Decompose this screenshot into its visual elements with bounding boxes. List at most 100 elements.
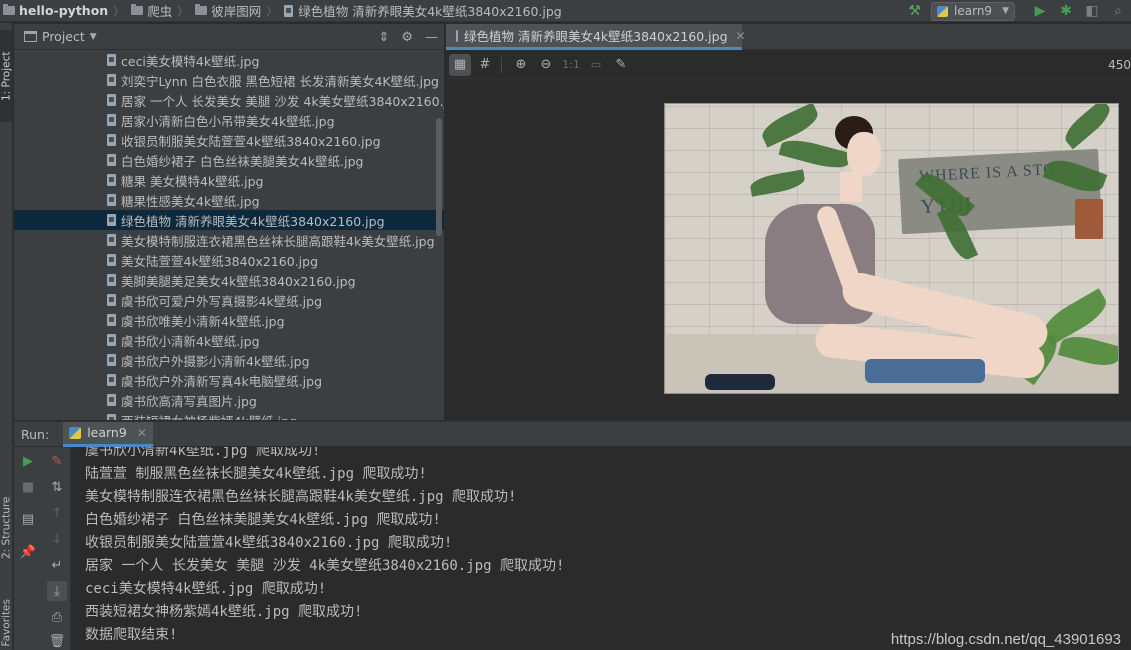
tree-file-item[interactable]: 收银员制服美女陆萱萱4k壁纸3840x2160.jpg <box>14 130 444 150</box>
image-file-icon <box>107 114 116 126</box>
tree-file-item[interactable]: 糖果 美女模特4k壁纸.jpg <box>14 170 444 190</box>
image-viewer-toolbar: ▦ # ⊕ ⊖ 1:1 ▭ ✎ 450 <box>446 51 1131 79</box>
grid-toggle-icon[interactable]: ▦ <box>449 53 471 76</box>
layout-icon[interactable]: ▤ <box>18 509 38 529</box>
tree-file-item[interactable]: 白色婚纱裙子 白色丝袜美腿美女4k壁纸.jpg <box>14 150 444 170</box>
tree-file-item[interactable]: ceci美女模特4k壁纸.jpg <box>14 50 444 70</box>
arrow-down-icon[interactable]: ↓ <box>47 529 67 549</box>
tree-file-item[interactable]: 美脚美腿美足美女4k壁纸3840x2160.jpg <box>14 270 444 290</box>
collapse-all-icon[interactable]: ⇕ <box>378 30 389 45</box>
arrow-up-icon[interactable]: ↑ <box>47 503 67 523</box>
chevron-down-icon[interactable]: ▼ <box>90 32 97 42</box>
image-viewer-canvas[interactable]: WHERE IS A STO YTHI <box>446 80 1131 420</box>
image-file-icon <box>107 54 116 66</box>
image-file-icon <box>284 4 294 17</box>
search-everywhere-icon[interactable]: ⌕ <box>1105 3 1131 19</box>
sort-icon[interactable]: ⇅ <box>47 477 67 497</box>
tree-file-label: ceci美女模特4k壁纸.jpg <box>121 53 260 69</box>
breadcrumb-file[interactable]: 绿色植物 清新养眼美女4k壁纸3840x2160.jpg <box>281 0 562 22</box>
tool-tab-structure[interactable]: 2: Structure <box>0 488 13 568</box>
zoom-out-icon[interactable]: ⊖ <box>535 54 557 76</box>
fit-zoom-icon[interactable]: ▭ <box>585 54 607 76</box>
tree-file-item[interactable]: 虞书欣可爱户外写真摄影4k壁纸.jpg <box>14 290 444 310</box>
breadcrumb-project[interactable]: hello-python <box>0 0 108 22</box>
toolbar-divider <box>501 56 502 73</box>
tree-file-item[interactable]: 虞书欣户外清新写真4k电脑壁纸.jpg <box>14 370 444 390</box>
tree-file-item[interactable]: 西装短裙女神杨紫嫣4k壁纸.jpg <box>14 410 444 420</box>
close-icon[interactable]: ✕ <box>137 426 147 440</box>
image-file-icon <box>107 74 116 86</box>
clear-edit-icon[interactable]: ✎ <box>47 451 67 471</box>
tree-file-item[interactable]: 虞书欣高清写真图片.jpg <box>14 390 444 410</box>
breadcrumb-folder-bian[interactable]: 彼岸图网 <box>192 0 261 22</box>
tree-file-item[interactable]: 虞书欣小清新4k壁纸.jpg <box>14 330 444 350</box>
rerun-play-icon[interactable]: ▶ <box>18 451 38 471</box>
run-configuration-select[interactable]: learn9 ▼ <box>931 1 1015 21</box>
photo-plant-pot <box>1075 199 1103 239</box>
pin-icon[interactable]: 📌 <box>18 542 38 562</box>
build-hammer-icon[interactable]: ⚒ <box>908 3 921 19</box>
tree-file-item[interactable]: 美女模特制服连衣裙黑色丝袜长腿高跟鞋4k美女壁纸.jpg <box>14 230 444 250</box>
stop-icon[interactable]: ■ <box>18 477 38 497</box>
console-line: ceci美女模特4k壁纸.jpg 爬取成功! <box>85 581 327 597</box>
console-line: 数据爬取结束! <box>85 627 178 643</box>
color-picker-icon[interactable]: ✎ <box>610 54 632 76</box>
tree-file-item[interactable]: 居家小清新白色小吊带美女4k壁纸.jpg <box>14 110 444 130</box>
run-button[interactable]: ▶ <box>1027 3 1053 19</box>
chessboard-icon[interactable]: # <box>474 54 496 76</box>
photo-denim-cloth <box>705 374 775 390</box>
image-file-icon <box>107 234 116 246</box>
tree-file-item[interactable]: 虞书欣户外摄影小清新4k壁纸.jpg <box>14 350 444 370</box>
tree-file-item[interactable]: 虞书欣唯美小清新4k壁纸.jpg <box>14 310 444 330</box>
breadcrumb-file-label: 绿色植物 清新养眼美女4k壁纸3840x2160.jpg <box>298 4 562 19</box>
minimize-icon[interactable]: — <box>425 30 438 45</box>
image-file-icon <box>107 374 116 386</box>
console-line: 白色婚纱裙子 白色丝袜美腿美女4k壁纸.jpg 爬取成功! <box>85 512 441 528</box>
gear-icon[interactable]: ⚙ <box>401 30 413 45</box>
breadcrumb-separator-icon: 〉 <box>113 4 125 18</box>
run-tab-learn9[interactable]: learn9 ✕ <box>63 421 153 447</box>
tree-file-label: 糖果 美女模特4k壁纸.jpg <box>121 173 264 189</box>
tree-file-label: 西装短裙女神杨紫嫣4k壁纸.jpg <box>121 411 297 421</box>
tree-file-label: 美脚美腿美足美女4k壁纸3840x2160.jpg <box>121 273 356 289</box>
tree-file-item[interactable]: 绿色植物 清新养眼美女4k壁纸3840x2160.jpg <box>14 210 444 230</box>
breadcrumb-folder-spider[interactable]: 爬虫 <box>128 0 172 22</box>
tool-tab-favorites[interactable]: 2: Favorites <box>0 595 13 650</box>
debug-bug-icon[interactable]: ✱ <box>1053 3 1079 19</box>
console-line: 居家 一个人 长发美女 美腿 沙发 4k美女壁纸3840x2160.jpg 爬取… <box>85 558 565 574</box>
trash-icon[interactable]: 🗑 <box>47 631 67 650</box>
project-view-selector[interactable]: Project <box>42 29 85 44</box>
image-file-icon <box>107 254 116 266</box>
image-info-readout: 450 <box>1108 58 1131 72</box>
console-line: 收银员制服美女陆萱萱4k壁纸3840x2160.jpg 爬取成功! <box>85 535 453 551</box>
tree-file-label: 居家 一个人 长发美女 美腿 沙发 4k美女壁纸3840x2160.jpg <box>121 93 444 109</box>
tree-file-item[interactable]: 美女陆萱萱4k壁纸3840x2160.jpg <box>14 250 444 270</box>
actual-size-button[interactable]: 1:1 <box>560 54 582 76</box>
tree-file-label: 虞书欣户外摄影小清新4k壁纸.jpg <box>121 353 310 369</box>
image-file-icon <box>107 394 116 406</box>
project-window-icon <box>24 31 37 42</box>
editor-tab-bar: 绿色植物 清新养眼美女4k壁纸3840x2160.jpg ✕ <box>446 24 1131 50</box>
tree-file-label: 糖果性感美女4k壁纸.jpg <box>121 193 260 209</box>
print-icon[interactable]: ⎙ <box>47 607 67 627</box>
close-icon[interactable]: ✕ <box>736 29 746 43</box>
tree-file-item[interactable]: 刘奕宁Lynn 白色衣服 黑色短裙 长发清新美女4K壁纸.jpg <box>14 70 444 90</box>
coverage-icon[interactable]: ◧ <box>1079 3 1105 19</box>
navigation-bar: hello-python 〉 爬虫 〉 彼岸图网 〉 绿色植物 清新养眼美女4k… <box>0 0 1131 22</box>
tree-file-item[interactable]: 居家 一个人 长发美女 美腿 沙发 4k美女壁纸3840x2160.jpg <box>14 90 444 110</box>
tool-tab-project[interactable]: 1: Project <box>0 30 13 122</box>
tree-file-label: 居家小清新白色小吊带美女4k壁纸.jpg <box>121 113 335 129</box>
image-file-icon <box>107 94 116 106</box>
soft-wrap-icon[interactable]: ↵ <box>47 555 67 575</box>
project-tree-scrollbar[interactable] <box>436 118 442 236</box>
folder-icon <box>131 4 144 15</box>
zoom-in-icon[interactable]: ⊕ <box>510 54 532 76</box>
image-file-icon <box>107 314 116 326</box>
run-tab-label: learn9 <box>87 425 127 440</box>
editor-tab-image[interactable]: 绿色植物 清新养眼美女4k壁纸3840x2160.jpg ✕ <box>446 24 746 50</box>
tree-file-label: 虞书欣唯美小清新4k壁纸.jpg <box>121 313 285 329</box>
tree-file-label: 虞书欣户外清新写真4k电脑壁纸.jpg <box>121 373 323 389</box>
scroll-to-end-icon[interactable]: ⤓ <box>47 581 67 601</box>
run-console-output[interactable]: 虞书欣小清新4k壁纸.jpg 爬取成功! 陆萱萱 制服黑色丝袜长腿美女4k壁纸.j… <box>72 447 1131 650</box>
tree-file-item[interactable]: 糖果性感美女4k壁纸.jpg <box>14 190 444 210</box>
